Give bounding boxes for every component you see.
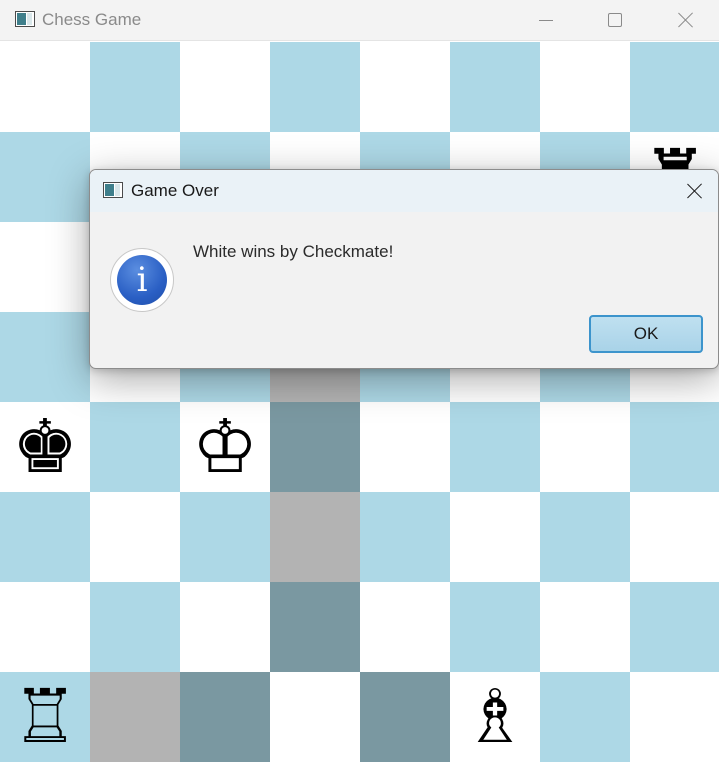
minimize-button[interactable] (523, 0, 569, 40)
square-b1[interactable] (90, 672, 180, 762)
square-e1[interactable] (360, 672, 450, 762)
square-d8[interactable] (270, 42, 360, 132)
maximize-icon (608, 13, 622, 27)
maximize-button[interactable] (592, 0, 638, 40)
square-b2[interactable] (90, 582, 180, 672)
close-icon (687, 183, 703, 199)
app-icon (15, 11, 35, 27)
square-f8[interactable] (450, 42, 540, 132)
square-c1[interactable] (180, 672, 270, 762)
square-d1[interactable] (270, 672, 360, 762)
square-g8[interactable] (540, 42, 630, 132)
square-g2[interactable] (540, 582, 630, 672)
dialog-message: White wins by Checkmate! (193, 242, 394, 261)
square-h2[interactable] (630, 582, 719, 672)
ok-button[interactable]: OK (589, 315, 703, 353)
square-f1[interactable]: ♗ (450, 672, 540, 762)
square-g1[interactable] (540, 672, 630, 762)
info-icon: i (110, 248, 174, 312)
dialog-title: Game Over (131, 181, 219, 200)
dialog-app-icon (103, 182, 123, 198)
square-e4[interactable] (360, 402, 450, 492)
square-a1[interactable]: ♖ (0, 672, 90, 762)
square-e3[interactable] (360, 492, 450, 582)
square-h1[interactable] (630, 672, 719, 762)
chess-piece[interactable]: ♗ (462, 680, 528, 754)
square-h8[interactable] (630, 42, 719, 132)
close-button[interactable] (663, 0, 709, 40)
square-a7[interactable] (0, 132, 90, 222)
chess-piece[interactable]: ♔ (192, 410, 258, 484)
chess-piece[interactable]: ♖ (12, 680, 78, 754)
square-a2[interactable] (0, 582, 90, 672)
square-h3[interactable] (630, 492, 719, 582)
square-a6[interactable] (0, 222, 90, 312)
square-b4[interactable] (90, 402, 180, 492)
square-e8[interactable] (360, 42, 450, 132)
square-d3[interactable] (270, 492, 360, 582)
square-f3[interactable] (450, 492, 540, 582)
dialog-titlebar[interactable]: Game Over (90, 170, 718, 212)
window-title: Chess Game (42, 10, 142, 29)
square-a8[interactable] (0, 42, 90, 132)
square-c4[interactable]: ♔ (180, 402, 270, 492)
square-c3[interactable] (180, 492, 270, 582)
square-b3[interactable] (90, 492, 180, 582)
square-f2[interactable] (450, 582, 540, 672)
square-f4[interactable] (450, 402, 540, 492)
chess-board[interactable]: ♜♚♔♖♗ (0, 42, 719, 763)
square-c8[interactable] (180, 42, 270, 132)
info-glyph: i (117, 255, 167, 305)
square-c2[interactable] (180, 582, 270, 672)
dialog-close-button[interactable] (672, 170, 718, 212)
square-g4[interactable] (540, 402, 630, 492)
square-g3[interactable] (540, 492, 630, 582)
game-over-dialog: Game Over i White wins by Checkmate! OK (89, 169, 719, 369)
chess-piece[interactable]: ♚ (12, 410, 78, 484)
square-d4[interactable] (270, 402, 360, 492)
square-a4[interactable]: ♚ (0, 402, 90, 492)
square-h4[interactable] (630, 402, 719, 492)
square-a3[interactable] (0, 492, 90, 582)
minimize-icon (539, 19, 553, 21)
close-icon (678, 12, 694, 28)
square-d2[interactable] (270, 582, 360, 672)
square-e2[interactable] (360, 582, 450, 672)
window-titlebar[interactable]: Chess Game (0, 0, 719, 41)
square-a5[interactable] (0, 312, 90, 402)
square-b8[interactable] (90, 42, 180, 132)
